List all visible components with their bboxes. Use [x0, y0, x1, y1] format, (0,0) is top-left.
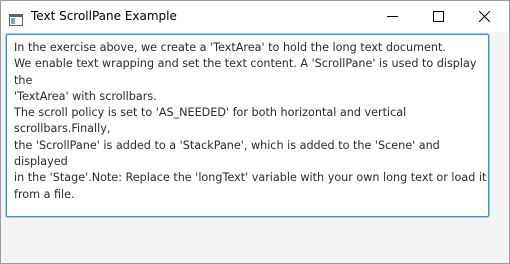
close-icon: [479, 11, 490, 22]
scene-content: In the exercise above, we create a 'Text…: [1, 32, 509, 263]
app-window-icon: [9, 11, 23, 26]
maximize-icon: [433, 11, 444, 22]
long-text-area[interactable]: In the exercise above, we create a 'Text…: [6, 34, 489, 217]
window-title: Text ScrollPane Example: [31, 9, 177, 23]
minimize-icon: [387, 16, 398, 17]
text-area-content: In the exercise above, we create a 'Text…: [14, 41, 487, 201]
title-bar[interactable]: Text ScrollPane Example: [1, 1, 509, 32]
minimize-button[interactable]: [369, 1, 415, 32]
application-window: Text ScrollPane Example In the exercise …: [0, 0, 510, 264]
maximize-button[interactable]: [415, 1, 461, 32]
close-button[interactable]: [461, 1, 507, 32]
